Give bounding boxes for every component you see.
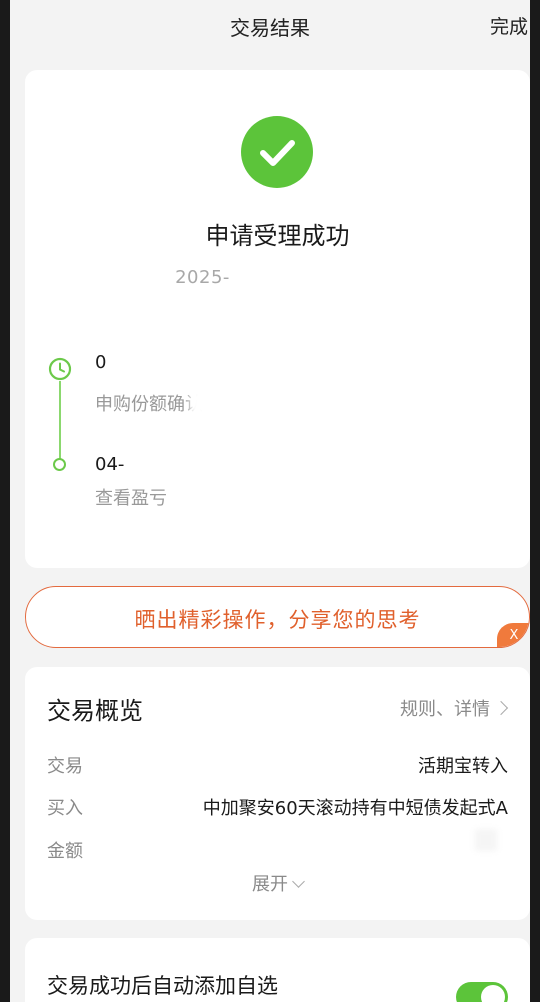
success-check-icon xyxy=(241,116,313,188)
chevron-down-icon xyxy=(292,875,305,888)
overview-row-key: 金额 xyxy=(47,841,83,862)
timeline-step-date: 0 xyxy=(95,352,107,373)
overview-row-key: 交易 xyxy=(47,756,83,777)
expand-label: 展开 xyxy=(252,874,288,895)
timeline-dot xyxy=(53,458,66,471)
share-text: 晒出精彩操作，分享您的思考 xyxy=(134,608,421,632)
toggle-knob xyxy=(481,985,505,1002)
privacy-mask xyxy=(257,262,407,292)
overview-row: 交易 活期宝转入 xyxy=(47,752,508,778)
auto-watch-label: 交易成功后自动添加自选 xyxy=(47,974,278,998)
expand-button[interactable]: 展开 xyxy=(25,870,530,896)
timeline-step-desc: 查看盈亏 xyxy=(95,488,167,509)
result-time-text: 2025- xyxy=(175,267,230,288)
overview-row-value: 活期宝转入 xyxy=(418,756,508,777)
result-title: 申请受理成功 xyxy=(205,222,350,250)
share-banner[interactable]: 晒出精彩操作，分享您的思考 X xyxy=(25,586,530,648)
overview-title: 交易概览 xyxy=(47,697,143,725)
nav-header: 交易结果 完成 xyxy=(10,0,530,56)
privacy-mask xyxy=(190,390,245,416)
auto-watch-card: 交易成功后自动添加自选 xyxy=(25,938,530,1002)
timeline-line xyxy=(59,368,61,460)
progress-timeline: 0 申购份额确认 04- 查看盈亏 xyxy=(25,350,530,520)
screen-edge-left xyxy=(0,0,10,1002)
privacy-mask xyxy=(113,350,253,378)
timeline-step-desc: 申购份额确认 xyxy=(95,394,203,415)
auto-watch-toggle[interactable] xyxy=(456,982,508,1002)
timeline-step-date: 04- xyxy=(95,454,125,475)
screen-edge-right xyxy=(530,0,540,1002)
overview-row-value: 中加聚安60天滚动持有中短债发起式A xyxy=(202,798,508,819)
done-button[interactable]: 完成 xyxy=(490,12,528,39)
privacy-mask xyxy=(143,452,203,480)
privacy-mask xyxy=(475,829,497,851)
page-title: 交易结果 xyxy=(230,16,310,40)
overview-row: 金额 xyxy=(47,837,508,863)
clock-icon xyxy=(48,357,72,381)
overview-row-key: 买入 xyxy=(47,798,83,819)
overview-card: 交易概览 规则、详情 交易 活期宝转入 买入 中加聚安60天滚动持有中短债发起式… xyxy=(25,667,530,920)
chevron-right-icon xyxy=(493,700,509,716)
rules-details-label: 规则、详情 xyxy=(400,699,490,720)
result-card: 申请受理成功 2025- 0 申购份额确认 04- 查看盈亏 xyxy=(25,70,530,568)
overview-row: 买入 中加聚安60天滚动持有中短债发起式A xyxy=(47,794,508,820)
rules-details-link[interactable]: 规则、详情 xyxy=(400,695,509,721)
share-close-button[interactable]: X xyxy=(497,623,529,647)
